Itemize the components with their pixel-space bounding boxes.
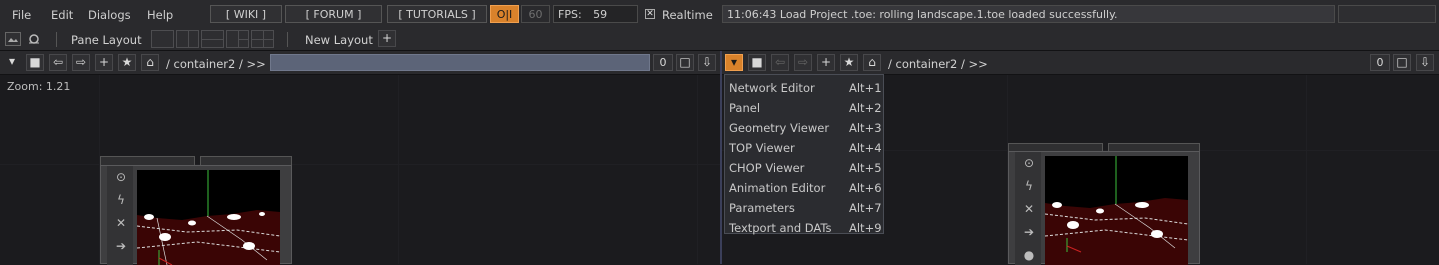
- menu-file[interactable]: File: [12, 8, 31, 22]
- path-input[interactable]: [270, 54, 650, 71]
- fps-display: FPS: 59: [553, 5, 638, 23]
- pane-divider[interactable]: [720, 51, 722, 264]
- star-icon[interactable]: ★: [840, 54, 858, 71]
- arrow-icon[interactable]: ➔: [1021, 224, 1037, 240]
- operator-output-tab[interactable]: [200, 156, 292, 165]
- tutorials-button[interactable]: [ TUTORIALS ]: [387, 5, 487, 23]
- cook-toggle-button[interactable]: O|I: [490, 5, 519, 23]
- operator-viewport[interactable]: [1045, 156, 1188, 265]
- download-icon[interactable]: ⇩: [698, 54, 716, 71]
- operator-node[interactable]: ⊙ ϟ ✕ ➔ ●: [1008, 151, 1200, 265]
- pane-layout-label: Pane Layout: [71, 33, 142, 47]
- realtime-label: Realtime: [662, 8, 713, 22]
- pane-image-icon[interactable]: [5, 32, 21, 46]
- wiki-button[interactable]: [ WIKI ]: [210, 5, 282, 23]
- lock-icon[interactable]: ●: [1021, 247, 1037, 263]
- menu-item-panel[interactable]: Panel Alt+2: [725, 96, 883, 116]
- download-icon[interactable]: ⇩: [1416, 54, 1434, 71]
- split-icon[interactable]: □: [1393, 54, 1411, 71]
- back-icon[interactable]: ⇦: [49, 54, 67, 71]
- operator-input-tab[interactable]: [100, 156, 195, 165]
- forum-button[interactable]: [ FORUM ]: [285, 5, 382, 23]
- menu-edit[interactable]: Edit: [51, 8, 73, 22]
- menu-item-network-editor[interactable]: Network Editor Alt+1: [725, 76, 883, 96]
- menu-item-top-viewer[interactable]: TOP Viewer Alt+4: [725, 136, 883, 156]
- right-pane-toolbar: ▾ ■ ⇦ ⇨ + ★ ⌂ / container2 / >> 0 □ ⇩: [722, 51, 1439, 75]
- stop-icon[interactable]: ■: [748, 54, 766, 71]
- layout-split-horizontal-button[interactable]: [201, 30, 224, 48]
- fps-label: FPS:: [558, 8, 582, 21]
- pane-type-menu: Network Editor Alt+1 Panel Alt+2 Geometr…: [724, 74, 884, 236]
- close-icon[interactable]: ✕: [113, 215, 129, 231]
- bypass-icon[interactable]: ϟ: [113, 192, 129, 208]
- left-pane-toolbar: ▾ ■ ⇦ ⇨ + ★ ⌂ / container2 / >> 0 □ ⇩: [0, 51, 720, 75]
- forward-icon[interactable]: ⇨: [72, 54, 90, 71]
- dropdown-arrow-icon[interactable]: ▾: [3, 54, 21, 71]
- add-icon[interactable]: +: [95, 54, 113, 71]
- menu-item-parameters[interactable]: Parameters Alt+7: [725, 196, 883, 216]
- viewer-icon[interactable]: ⊙: [113, 169, 129, 185]
- forward-icon[interactable]: ⇨: [794, 54, 812, 71]
- counter-box: 0: [1370, 54, 1390, 71]
- menu-item-chop-viewer[interactable]: CHOP Viewer Alt+5: [725, 156, 883, 176]
- network-path[interactable]: / container2 / >>: [888, 57, 988, 71]
- status-extra-box: [1338, 5, 1436, 23]
- counter-box: 0: [653, 54, 673, 71]
- menu-bar: File Edit Dialogs Help [ WIKI ] [ FORUM …: [0, 0, 1439, 30]
- zoom-label: Zoom: 1.21: [7, 80, 71, 93]
- add-layout-button[interactable]: +: [378, 30, 396, 47]
- pane-layout-bar: Pane Layout New Layout +: [0, 29, 1439, 51]
- close-icon[interactable]: ✕: [1021, 201, 1037, 217]
- fps-value: 59: [593, 8, 608, 21]
- home-icon[interactable]: ⌂: [141, 54, 159, 71]
- layout-four-pane-button[interactable]: [251, 30, 274, 48]
- fps-cap-field[interactable]: 60: [521, 5, 550, 23]
- menu-help[interactable]: Help: [147, 8, 173, 22]
- status-message: 11:06:43 Load Project .toe: rolling land…: [722, 5, 1335, 23]
- divider: [287, 32, 288, 47]
- network-path[interactable]: / container2 / >>: [166, 57, 266, 71]
- new-layout-label: New Layout: [305, 33, 373, 47]
- menu-item-geometry-viewer[interactable]: Geometry Viewer Alt+3: [725, 116, 883, 136]
- operator-viewport[interactable]: [137, 170, 280, 265]
- layout-three-pane-button[interactable]: [226, 30, 249, 48]
- pane-gear-icon[interactable]: [26, 32, 42, 46]
- menu-dialogs[interactable]: Dialogs: [88, 8, 131, 22]
- layout-split-vertical-button[interactable]: [176, 30, 199, 48]
- divider: [56, 32, 57, 47]
- dropdown-arrow-icon[interactable]: ▾: [725, 54, 743, 71]
- add-icon[interactable]: +: [817, 54, 835, 71]
- bypass-icon[interactable]: ϟ: [1021, 178, 1037, 194]
- viewer-icon[interactable]: ⊙: [1021, 155, 1037, 171]
- operator-node[interactable]: ⊙ ϟ ✕ ➔: [100, 165, 292, 265]
- back-icon[interactable]: ⇦: [771, 54, 789, 71]
- arrow-icon[interactable]: ➔: [113, 238, 129, 254]
- star-icon[interactable]: ★: [118, 54, 136, 71]
- menu-item-textport-and-dats[interactable]: Textport and DATs Alt+9: [725, 216, 883, 236]
- stop-icon[interactable]: ■: [26, 54, 44, 71]
- home-icon[interactable]: ⌂: [863, 54, 881, 71]
- menu-item-animation-editor[interactable]: Animation Editor Alt+6: [725, 176, 883, 196]
- layout-single-button[interactable]: [151, 30, 174, 48]
- split-icon[interactable]: □: [676, 54, 694, 71]
- realtime-checkbox[interactable]: ✕: [645, 9, 655, 19]
